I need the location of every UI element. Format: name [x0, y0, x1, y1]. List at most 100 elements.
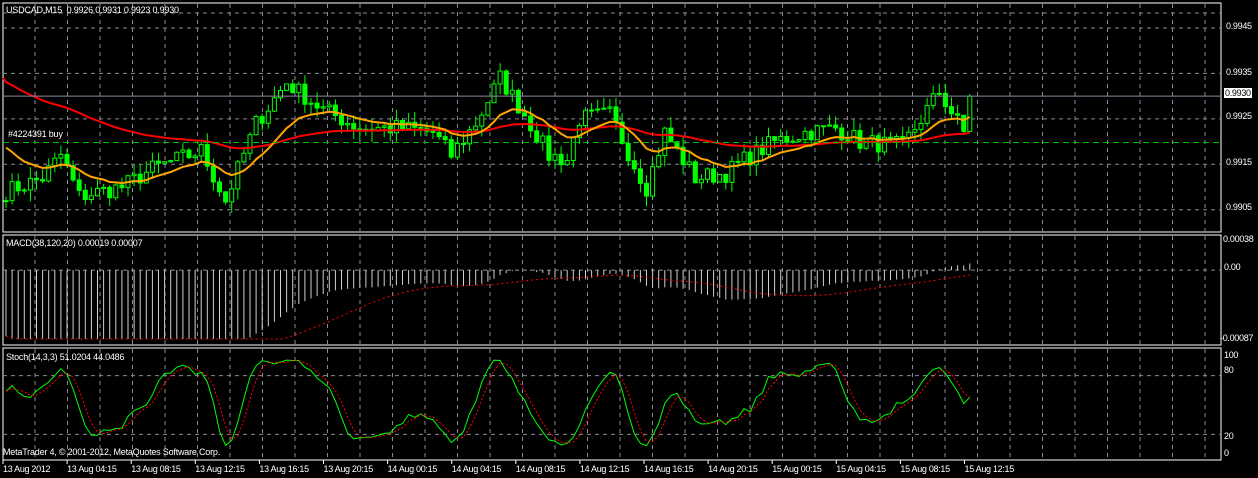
- candle-body: [778, 136, 784, 141]
- candle-body: [863, 138, 869, 149]
- candle-body: [894, 136, 900, 139]
- candle-body: [509, 89, 515, 95]
- candle-body: [875, 135, 881, 153]
- candle-body: [82, 189, 88, 200]
- candle-body: [308, 102, 314, 105]
- candle-body: [15, 181, 21, 192]
- candle-body: [686, 161, 692, 166]
- stoch-signal-line: [5, 359, 971, 444]
- time-label: 14 Aug 16:15: [644, 464, 694, 474]
- time-label: 14 Aug 20:15: [708, 464, 758, 474]
- candle-body: [21, 189, 27, 192]
- stoch-tick: 100: [1224, 350, 1239, 360]
- main-panel-border: [2, 2, 1222, 233]
- stoch-tick: 0: [1224, 448, 1229, 458]
- candle-body: [540, 135, 546, 143]
- time-label: 14 Aug 00:15: [387, 464, 438, 474]
- candle-body: [564, 160, 570, 166]
- macd-tick: -0.00087: [1220, 333, 1254, 343]
- candle-body: [656, 155, 662, 168]
- candle-body: [95, 187, 100, 197]
- candle-body: [485, 102, 491, 116]
- candle-body: [570, 137, 576, 162]
- ohlc-values: 0.9926 0.9931 0.9923 0.9930: [66, 5, 179, 15]
- candle-body: [772, 136, 778, 141]
- candle-body: [247, 134, 253, 154]
- candle-body: [692, 161, 698, 184]
- candle-body: [278, 90, 283, 99]
- time-label: 15 Aug 12:15: [964, 464, 1015, 474]
- candle-body: [796, 139, 802, 142]
- symbol-label: USDCAD,M15: [6, 5, 63, 15]
- candle-body: [320, 106, 326, 109]
- candle-body: [631, 160, 637, 170]
- time-label: 14 Aug 12:15: [579, 464, 630, 474]
- order-label[interactable]: #4224391 buy: [8, 129, 63, 139]
- candle-body: [107, 186, 113, 199]
- candle-body: [113, 184, 119, 199]
- candle-body: [156, 160, 161, 164]
- candle-body: [961, 114, 967, 132]
- copyright-text: MetaTrader 4, © 2001-2012, MetaQuotes So…: [3, 447, 221, 457]
- candle-body: [802, 130, 808, 141]
- candle-body: [284, 83, 290, 92]
- candle-body: [430, 130, 436, 133]
- candle-body: [820, 125, 826, 128]
- candle-body: [253, 116, 259, 136]
- candle-body: [442, 136, 448, 141]
- candle-body: [967, 95, 973, 132]
- current-price-tag: 0.9930: [1224, 88, 1252, 98]
- candle-body: [418, 126, 424, 129]
- chart-canvas[interactable]: [0, 0, 1258, 478]
- stoch-tick: 20: [1224, 431, 1234, 441]
- time-label: 13 Aug 2012: [3, 464, 51, 474]
- macd-tick: 0.00: [1224, 262, 1241, 272]
- candle-body: [296, 83, 302, 94]
- candle-body: [52, 157, 58, 167]
- stoch-main-line: [5, 359, 971, 447]
- candle-body: [814, 125, 820, 141]
- candle-body: [827, 124, 832, 127]
- candle-body: [479, 114, 485, 127]
- candle-body: [131, 173, 137, 177]
- price-tick: 0.9925: [1226, 111, 1252, 121]
- candle-body: [522, 112, 527, 117]
- candle-body: [924, 105, 930, 124]
- candle-body: [601, 107, 607, 110]
- candle-body: [613, 106, 619, 123]
- price-tick: 0.9905: [1226, 202, 1252, 212]
- candle-body: [235, 161, 241, 190]
- candle-body: [192, 155, 198, 159]
- candle-body: [497, 70, 503, 85]
- candle-body: [27, 177, 33, 191]
- candle-body: [64, 153, 70, 166]
- candle-body: [698, 178, 704, 184]
- macd-signal-line: [5, 274, 970, 340]
- stoch-label: Stoch(14,3,3) 51.0204 44.0486: [6, 352, 125, 362]
- candle-body: [741, 151, 747, 163]
- candle-body: [473, 125, 479, 131]
- stoch-tick: 80: [1224, 365, 1234, 375]
- candle-body: [58, 153, 64, 159]
- candle-body: [955, 113, 961, 116]
- time-label: 13 Aug 16:15: [259, 464, 309, 474]
- time-label: 15 Aug 04:15: [836, 464, 886, 474]
- candle-body: [888, 136, 893, 139]
- candle-body: [265, 110, 271, 124]
- candle-body: [9, 181, 15, 202]
- candle-body: [314, 102, 320, 109]
- price-tick: 0.9935: [1226, 67, 1252, 77]
- candle-body: [34, 177, 39, 181]
- candle-body: [552, 153, 558, 161]
- candle-body: [88, 195, 94, 200]
- candle-body: [229, 188, 235, 203]
- macd-panel-border: [2, 234, 1222, 346]
- candle-body: [589, 109, 595, 112]
- time-label: 13 Aug 12:15: [195, 464, 245, 474]
- candle-body: [912, 128, 918, 133]
- candle-body: [198, 144, 204, 157]
- candle-body: [936, 92, 942, 95]
- time-label: 15 Aug 08:15: [900, 464, 950, 474]
- candle-body: [637, 168, 643, 184]
- stoch-panel-border: [2, 347, 1222, 461]
